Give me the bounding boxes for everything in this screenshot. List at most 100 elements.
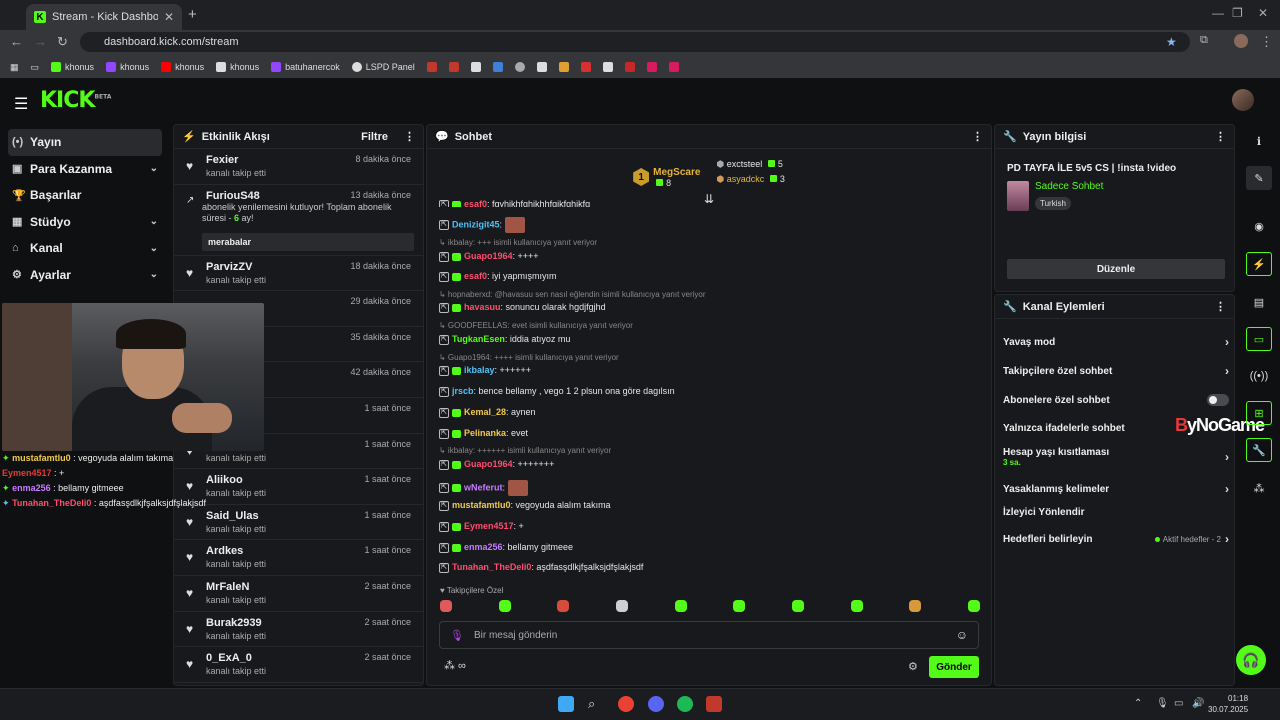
microphone-icon[interactable]: 🎙 <box>450 629 464 642</box>
info-icon[interactable]: ℹ <box>1246 129 1272 153</box>
reload-icon[interactable]: ↻ <box>57 34 68 50</box>
volume-icon[interactable]: 🔊 <box>1192 698 1204 709</box>
chat-icon[interactable]: ▭ <box>1246 327 1272 351</box>
slow-mode-row[interactable]: Yavaş mod › <box>1003 335 1229 349</box>
broadcast-icon[interactable]: ((•)) <box>1246 364 1272 388</box>
sidebar-item-yayin[interactable]: (•) Yayın <box>8 129 162 156</box>
emote-icon[interactable] <box>909 600 922 612</box>
bookmark-1[interactable]: khonus <box>106 62 149 72</box>
minimize-icon[interactable]: — <box>1212 6 1224 20</box>
browser-tab[interactable]: K Stream - Kick Dashboard ✕ <box>26 4 182 30</box>
filter-button[interactable]: Filtre <box>361 131 388 143</box>
new-tab-icon[interactable]: + <box>188 6 197 23</box>
mic-tray-icon[interactable]: 🎙 <box>1156 698 1169 709</box>
profile-avatar[interactable] <box>1234 34 1248 48</box>
sidebar-item-para-kazanma[interactable]: ▣ Para Kazanma ⌄ <box>8 156 162 183</box>
leaderboard-first[interactable]: 1 MegScare 8 <box>633 159 700 195</box>
app-icon[interactable] <box>706 696 722 712</box>
chat-settings-icon[interactable]: ⚙ <box>908 660 918 673</box>
bookmark-icon-1[interactable] <box>426 62 437 72</box>
sidebar-item-ayarlar[interactable]: ⚙ Ayarlar ⌄ <box>8 262 162 289</box>
bookmark-icon-7[interactable] <box>558 62 569 72</box>
wrench-icon[interactable]: 🔧 <box>1246 438 1272 462</box>
display-tray-icon[interactable]: ▭ <box>1174 698 1183 709</box>
back-icon[interactable]: ← <box>10 34 23 49</box>
emote-icon[interactable] <box>498 600 511 612</box>
more-options-icon[interactable]: ⋮ <box>1215 300 1226 313</box>
emote-icon[interactable] <box>967 600 980 612</box>
leaderboard-second[interactable]: ⬢ exctsteel 5 <box>716 157 784 172</box>
lightning-icon[interactable]: ⚡ <box>1246 252 1272 276</box>
address-bar[interactable]: dashboard.kick.com/stream <box>80 32 1190 52</box>
subs-chat-toggle[interactable] <box>1207 394 1229 406</box>
bookmark-5[interactable]: LSPD Panel <box>351 62 415 72</box>
spotify-icon[interactable] <box>677 696 693 712</box>
bookmark-icon-12[interactable] <box>668 62 679 72</box>
sidebar-item-basarilar[interactable]: 🏆 Başarılar <box>8 182 162 209</box>
layout-icon[interactable]: ⊞ <box>1246 401 1272 425</box>
emote-icon[interactable] <box>791 600 804 612</box>
leaderboard-third[interactable]: ⬢ asyadckc 3 <box>716 172 784 187</box>
bookmark-icon-9[interactable] <box>602 62 613 72</box>
user-avatar[interactable] <box>1232 89 1254 111</box>
sidebar-item-studyo[interactable]: ▦ Stüdyo ⌄ <box>8 209 162 236</box>
more-options-icon[interactable]: ⋮ <box>404 130 415 143</box>
emote-icon[interactable] <box>674 600 687 612</box>
close-window-icon[interactable]: ✕ <box>1258 6 1268 20</box>
edit-icon[interactable]: ✎ <box>1246 166 1272 190</box>
bookmark-icon-6[interactable] <box>536 62 547 72</box>
apps-icon[interactable]: ▦ <box>10 62 19 73</box>
emote-icon[interactable] <box>850 600 863 612</box>
apps-icon[interactable]: ⁂ <box>1246 476 1272 500</box>
stream-category[interactable]: Sadece Sohbet <box>1035 181 1103 192</box>
start-icon[interactable] <box>558 696 574 712</box>
more-options-icon[interactable]: ⋮ <box>1215 130 1226 143</box>
maximize-icon[interactable]: ❐ <box>1232 6 1243 20</box>
channel-points-icon[interactable]: ⁂ ∞ <box>444 659 466 672</box>
kick-logo[interactable]: KICKBETA <box>40 88 111 113</box>
banned-words-row[interactable]: Yasaklanmış kelimeler › <box>1003 482 1229 496</box>
bookmark-icon-11[interactable] <box>646 62 657 72</box>
bookmark-0[interactable]: khonus <box>51 62 94 72</box>
browser-menu-icon[interactable]: ⋮ <box>1260 34 1273 50</box>
support-headset-icon[interactable]: 🎧 <box>1236 645 1266 675</box>
emote-icon[interactable] <box>615 600 628 612</box>
clipboard-icon[interactable]: ▤ <box>1246 290 1272 314</box>
scroll-to-bottom-icon[interactable]: ⇊ <box>704 192 714 206</box>
bookmark-4[interactable]: batuhanercok <box>271 62 340 72</box>
tray-chevron-icon[interactable]: ⌃ <box>1134 698 1142 709</box>
discord-icon[interactable] <box>648 696 664 712</box>
bookmark-icon-10[interactable] <box>624 62 635 72</box>
goals-row[interactable]: Hedefleri belirleyin Aktif hedefler - 2 › <box>1003 532 1229 546</box>
followers-chat-row[interactable]: Takipçilere özel sohbet › <box>1003 364 1229 378</box>
search-icon[interactable]: ⌕ <box>588 696 604 712</box>
emote-icon[interactable] <box>733 600 746 612</box>
camera-icon[interactable]: ◉ <box>1246 214 1272 238</box>
chrome-icon[interactable] <box>618 696 634 712</box>
bookmark-2[interactable]: khonus <box>161 62 204 72</box>
hamburger-menu-icon[interactable]: ☰ <box>14 94 28 114</box>
send-button[interactable]: Gönder <box>929 656 979 678</box>
account-age-row[interactable]: Hesap yaşı kısıtlaması 3 sa. › <box>1003 447 1229 467</box>
extensions-icon[interactable]: ⧉ <box>1200 34 1208 47</box>
chat-input[interactable]: 🎙 Bir mesaj gönderin ☺ <box>439 621 979 649</box>
bookmark-icon-8[interactable] <box>580 62 591 72</box>
bookmark-star-icon[interactable]: ★ <box>1166 35 1177 49</box>
bookmark-icon-3[interactable] <box>470 62 481 72</box>
emote-icon[interactable] <box>557 600 570 612</box>
redirect-row[interactable]: İzleyici Yönlendir <box>1003 507 1229 518</box>
forward-icon[interactable]: → <box>34 34 47 49</box>
bookmark-icon-2[interactable] <box>448 62 459 72</box>
edit-button[interactable]: Düzenle <box>1007 259 1225 279</box>
folder-icon[interactable]: ▭ <box>31 62 40 73</box>
bookmark-icon-4[interactable] <box>492 62 503 72</box>
bookmark-icon-5[interactable] <box>514 62 525 72</box>
taskbar-clock[interactable]: 01:18 30.07.2025 <box>1208 693 1248 715</box>
bookmark-3[interactable]: khonus <box>216 62 259 72</box>
emoji-icon[interactable]: ☺ <box>956 628 968 642</box>
sidebar-item-kanal[interactable]: ⌂ Kanal ⌄ <box>8 235 162 262</box>
more-options-icon[interactable]: ⋮ <box>972 130 983 143</box>
subs-chat-row[interactable]: Abonelere özel sohbet <box>1003 394 1229 406</box>
close-tab-icon[interactable]: ✕ <box>164 10 174 24</box>
emote-icon[interactable] <box>440 600 452 612</box>
